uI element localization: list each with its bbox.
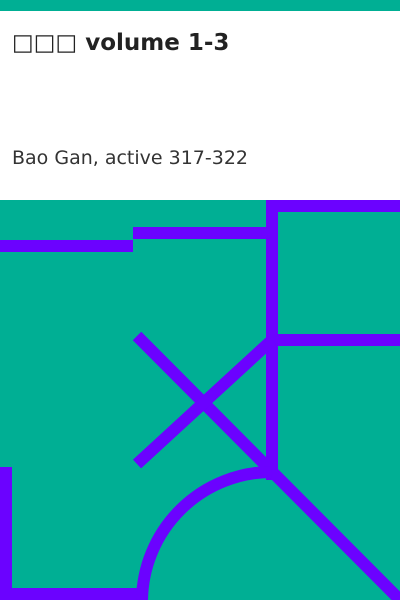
book-author: Bao Gan, active 317-322 [12,147,249,169]
cover-artwork [0,200,400,600]
book-cover: □□□ volume 1-3 Bao Gan, active 317-322 [0,0,400,600]
top-accent-stripe [0,0,400,11]
book-title: □□□ volume 1-3 [12,30,230,56]
